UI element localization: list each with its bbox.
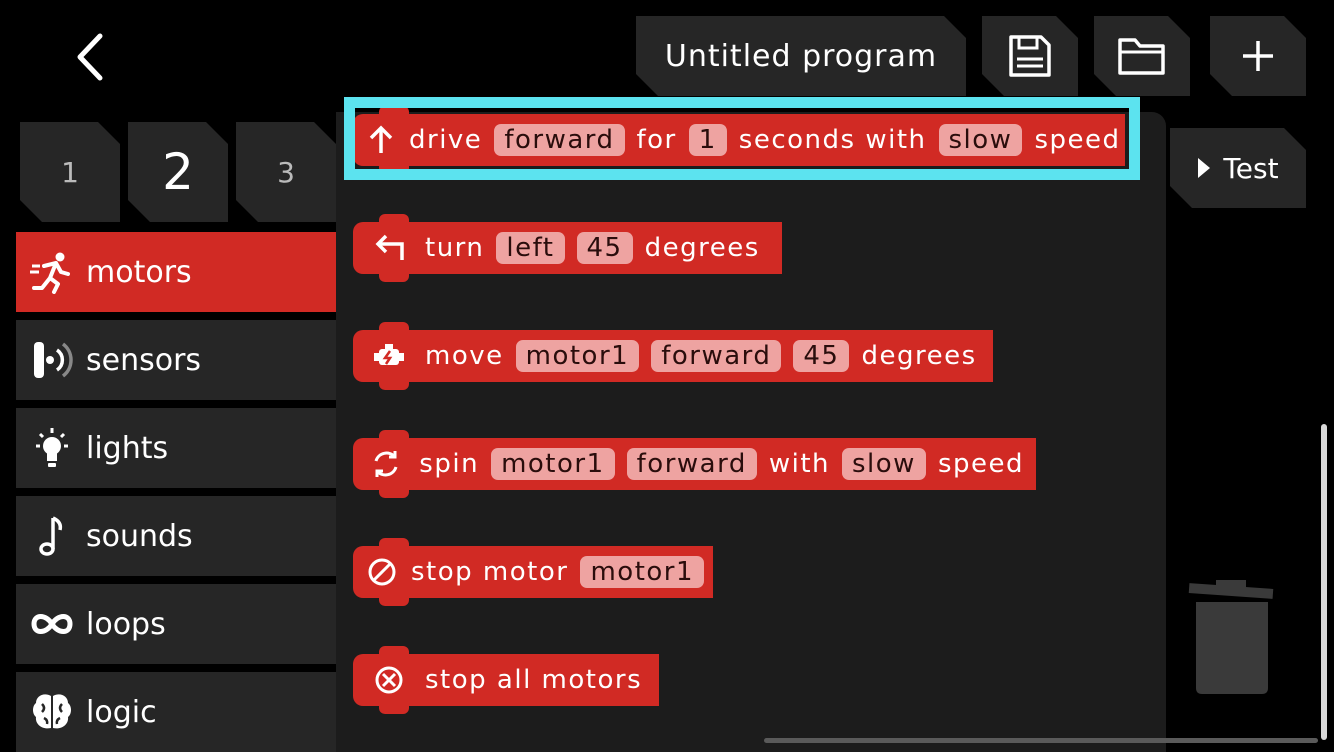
page-tab-1[interactable]: 1 bbox=[20, 122, 120, 222]
category-lights[interactable]: lights bbox=[16, 408, 336, 488]
category-label: logic bbox=[86, 694, 157, 730]
running-man-icon bbox=[30, 250, 74, 294]
motor-param[interactable]: motor1 bbox=[515, 340, 640, 372]
direction-param[interactable]: forward bbox=[651, 340, 782, 372]
music-note-icon bbox=[30, 514, 74, 558]
program-title-button[interactable]: Untitled program bbox=[636, 16, 966, 96]
category-label: loops bbox=[86, 606, 166, 642]
category-label: motors bbox=[86, 254, 192, 290]
stop-all-motors-block[interactable]: stop all motors bbox=[353, 646, 659, 714]
move-block[interactable]: move motor1 forward 45 degrees bbox=[353, 322, 993, 390]
chevron-left-icon bbox=[77, 33, 103, 81]
page-tab-label: 2 bbox=[162, 143, 194, 201]
category-color-tab bbox=[0, 584, 16, 664]
trash-icon[interactable] bbox=[1186, 580, 1276, 700]
category-motors[interactable]: motors bbox=[16, 232, 336, 312]
block-text: move bbox=[425, 341, 504, 371]
infinity-icon bbox=[30, 602, 74, 646]
block-text: turn bbox=[425, 233, 485, 263]
category-sounds[interactable]: sounds bbox=[16, 496, 336, 576]
category-color-tab bbox=[0, 672, 16, 752]
category-label: lights bbox=[86, 430, 169, 466]
page-tab-label: 3 bbox=[277, 155, 295, 189]
category-label: sensors bbox=[86, 342, 202, 378]
category-color-tab bbox=[0, 232, 16, 312]
speed-param[interactable]: slow bbox=[842, 448, 926, 480]
horizontal-scrollbar[interactable] bbox=[764, 738, 1318, 743]
motor-param[interactable]: motor1 bbox=[580, 556, 705, 588]
block-text: degrees bbox=[644, 233, 760, 263]
category-label: sounds bbox=[86, 518, 193, 554]
motor-param[interactable]: motor1 bbox=[491, 448, 615, 480]
page-tab-2[interactable]: 2 bbox=[128, 122, 228, 222]
category-color-tab bbox=[0, 320, 16, 400]
brain-icon bbox=[30, 690, 74, 734]
stop-motor-block[interactable]: stop motor motor1 bbox=[353, 538, 713, 606]
open-button[interactable] bbox=[1094, 16, 1190, 96]
category-color-tab bbox=[0, 408, 16, 488]
plus-icon bbox=[1240, 38, 1276, 74]
play-icon bbox=[1197, 157, 1211, 179]
rotate-icon bbox=[367, 449, 405, 479]
spin-block[interactable]: spin motor1 forward with slow speed bbox=[353, 430, 1036, 498]
category-sensors[interactable]: sensors bbox=[16, 320, 336, 400]
category-logic[interactable]: logic bbox=[16, 672, 336, 752]
page-tab-label: 1 bbox=[61, 155, 79, 189]
program-title: Untitled program bbox=[664, 38, 938, 74]
block-text: speed bbox=[937, 449, 1024, 479]
turn-left-arrow-icon bbox=[367, 234, 411, 262]
test-button-label: Test bbox=[1223, 151, 1279, 185]
back-button[interactable] bbox=[70, 32, 110, 82]
degrees-param[interactable]: 45 bbox=[576, 232, 633, 264]
circle-x-icon bbox=[367, 665, 411, 695]
vertical-scrollbar[interactable] bbox=[1321, 424, 1327, 740]
block-text: stop all motors bbox=[425, 665, 643, 695]
block-text: with bbox=[768, 449, 830, 479]
save-button[interactable] bbox=[982, 16, 1078, 96]
category-color-tab bbox=[0, 496, 16, 576]
folder-icon bbox=[1117, 35, 1167, 77]
new-program-button[interactable] bbox=[1210, 16, 1306, 96]
page-tab-3[interactable]: 3 bbox=[236, 122, 336, 222]
test-button[interactable]: Test bbox=[1170, 128, 1306, 208]
lightbulb-icon bbox=[30, 426, 74, 470]
sensor-icon bbox=[30, 338, 74, 382]
turn-block[interactable]: turn left 45 degrees bbox=[353, 214, 782, 282]
block-highlight bbox=[344, 97, 1140, 180]
block-text: spin bbox=[419, 449, 480, 479]
floppy-disk-icon bbox=[1007, 33, 1053, 79]
degrees-param[interactable]: 45 bbox=[793, 340, 850, 372]
category-loops[interactable]: loops bbox=[16, 584, 336, 664]
direction-param[interactable]: left bbox=[496, 232, 565, 264]
direction-param[interactable]: forward bbox=[626, 448, 757, 480]
motor-engine-icon bbox=[367, 342, 411, 370]
block-text: degrees bbox=[861, 341, 977, 371]
prohibited-icon bbox=[367, 557, 397, 587]
block-text: stop motor bbox=[411, 557, 569, 587]
